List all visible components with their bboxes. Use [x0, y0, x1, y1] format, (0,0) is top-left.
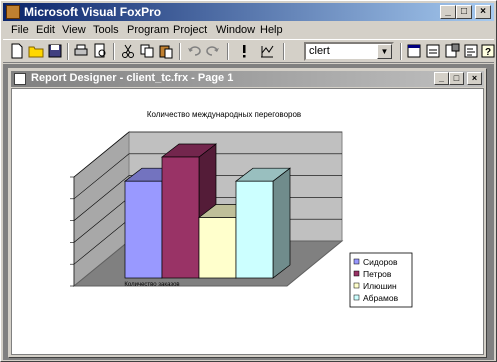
menu-bar: File Edit View Tools Program Project Win… [3, 22, 494, 39]
chart-legend: Сидоров Петров Илюшин Абрамов [349, 252, 413, 308]
toolbar-separator [283, 43, 285, 60]
menu-view[interactable]: View [62, 24, 86, 36]
app-title: Microsoft Visual FoxPro [24, 5, 162, 19]
modify-form-icon[interactable] [259, 43, 275, 59]
app-window: Microsoft Visual FoxPro _ □ × File Edit … [0, 0, 497, 362]
menu-edit[interactable]: Edit [36, 24, 55, 36]
print-icon[interactable] [73, 43, 89, 59]
legend-swatch [353, 258, 360, 265]
report-canvas[interactable]: Количество международных переговоров Кол… [11, 88, 484, 355]
legend-swatch [353, 282, 360, 289]
close-button[interactable]: × [475, 5, 491, 19]
bar [235, 180, 274, 279]
menu-file[interactable]: File [11, 24, 29, 36]
title-bar: Microsoft Visual FoxPro _ □ × [3, 3, 494, 21]
view-window-icon[interactable] [425, 43, 441, 59]
toolbar-separator [400, 43, 402, 60]
chevron-down-icon[interactable]: ▼ [377, 44, 392, 59]
properties-icon[interactable] [444, 43, 460, 59]
child-maximize-button[interactable]: □ [449, 72, 464, 85]
toolbar-separator [227, 43, 229, 60]
save-icon[interactable] [47, 43, 63, 59]
menu-tools[interactable]: Tools [93, 24, 119, 36]
toolbar-separator [113, 43, 115, 60]
report-designer-title-bar: Report Designer - client_tc.frx - Page 1… [11, 71, 484, 87]
chart-title: Количество международных переговоров [147, 110, 301, 119]
legend-swatch [353, 294, 360, 301]
legend-swatch [353, 270, 360, 277]
database-combo-value: clert [309, 45, 330, 57]
x-axis-label: Количество заказов [124, 282, 179, 288]
run-icon[interactable] [236, 43, 252, 59]
child-close-button[interactable]: × [467, 72, 482, 85]
child-minimize-button[interactable]: _ [434, 72, 449, 85]
database-combo[interactable]: clert ▼ [304, 42, 394, 61]
print-preview-icon[interactable] [92, 43, 108, 59]
open-folder-icon[interactable] [28, 43, 44, 59]
mdi-workspace: Report Designer - client_tc.frx - Page 1… [3, 64, 494, 360]
undo-icon[interactable] [186, 43, 202, 59]
menu-window[interactable]: Window [216, 24, 255, 36]
menu-program[interactable]: Program [127, 24, 169, 36]
bar [124, 180, 163, 279]
new-file-icon[interactable] [9, 43, 25, 59]
cut-icon[interactable] [120, 43, 136, 59]
standard-toolbar: clert ▼ ? [3, 39, 497, 63]
redo-icon[interactable] [205, 43, 221, 59]
bar-chart: Количество международных переговоров Кол… [70, 110, 413, 308]
foxpro-icon [6, 5, 20, 19]
report-designer-title: Report Designer - client_tc.frx - Page 1 [31, 72, 234, 84]
report-icon [14, 73, 26, 85]
help-icon[interactable]: ? [481, 43, 497, 59]
legend-label: Абрамов [363, 293, 399, 303]
legend-label: Сидоров [363, 257, 398, 267]
paste-icon[interactable] [158, 43, 174, 59]
legend-label: Илюшин [363, 281, 397, 291]
legend-label: Петров [363, 269, 392, 279]
toolbar-separator [67, 43, 69, 60]
bar [161, 156, 200, 279]
code-window-icon[interactable] [463, 43, 479, 59]
toolbar-separator [179, 43, 181, 60]
menu-help[interactable]: Help [260, 24, 283, 36]
bar-side [272, 167, 291, 279]
copy-icon[interactable] [139, 43, 155, 59]
bar [198, 217, 237, 279]
menu-project[interactable]: Project [173, 24, 207, 36]
maximize-button[interactable]: □ [456, 5, 472, 19]
command-window-icon[interactable] [406, 43, 422, 59]
minimize-button[interactable]: _ [440, 5, 456, 19]
report-designer-window: Report Designer - client_tc.frx - Page 1… [8, 68, 487, 358]
svg-text:?: ? [485, 47, 491, 58]
